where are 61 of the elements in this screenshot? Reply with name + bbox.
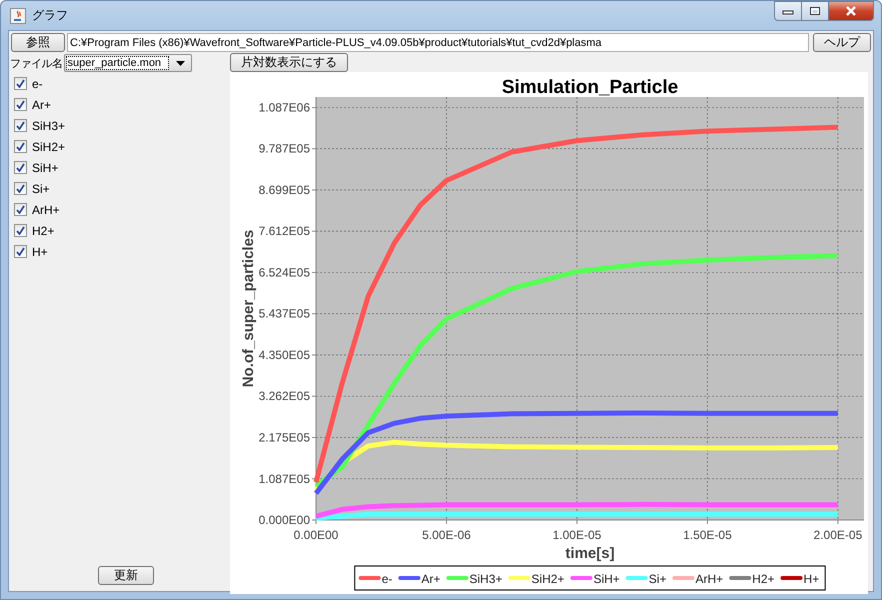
maximize-icon — [809, 6, 821, 16]
x-tick-label: 5.00E-06 — [422, 528, 471, 542]
help-button[interactable]: ヘルプ — [813, 33, 871, 52]
checkbox-label: SiH+ — [32, 160, 58, 174]
x-tick-label: 0.00E00 — [294, 528, 338, 542]
semilog-button[interactable]: 片対数表示にする — [230, 53, 348, 72]
y-tick-label: 8.699E05 — [258, 182, 310, 197]
checkbox-label: SiH2+ — [32, 140, 66, 154]
y-tick-label: 2.175E05 — [258, 430, 310, 444]
caret-icon — [176, 60, 184, 66]
minimize-button[interactable] — [774, 1, 802, 21]
checkbox[interactable] — [14, 161, 27, 174]
x-tick-label: 1.50E-05 — [683, 528, 732, 542]
y-tick-label: 6.524E05 — [258, 266, 310, 280]
y-tick-label: 5.437E05 — [258, 306, 310, 321]
x-tick-label: 1.00E-05 — [552, 528, 602, 542]
checkbox-label: H+ — [32, 244, 48, 258]
checkbox-label: ArH+ — [32, 202, 60, 216]
legend-label: SiH2+ — [531, 572, 564, 586]
checkbox[interactable] — [14, 98, 27, 111]
checkbox-label: Si+ — [32, 182, 50, 196]
checkbox[interactable] — [14, 203, 27, 216]
browse-button[interactable]: 参照 — [11, 33, 65, 52]
legend-label: H+ — [804, 572, 820, 586]
checkbox[interactable] — [14, 119, 27, 132]
checkbox[interactable] — [14, 224, 27, 237]
checkbox-label: Ar+ — [32, 98, 52, 112]
close-icon — [845, 6, 857, 16]
x-tick-label: 2.00E-05 — [814, 528, 862, 542]
checkbox-label: e- — [32, 76, 43, 90]
file-label: ファイル名 — [10, 56, 62, 70]
file-dropdown[interactable]: super_particle.mon — [64, 54, 192, 72]
y-tick-label: 4.350E05 — [258, 348, 310, 362]
maximize-button[interactable] — [802, 1, 829, 21]
y-tick-label: 7.612E05 — [258, 224, 310, 238]
y-tick-label: 3.262E05 — [258, 389, 310, 404]
legend-label: H2+ — [752, 572, 775, 586]
update-button[interactable]: 更新 — [98, 566, 154, 585]
legend-label: Si+ — [648, 572, 666, 586]
cup-icon — [10, 8, 26, 24]
checkbox[interactable] — [14, 77, 27, 90]
legend-label: ArH+ — [695, 572, 724, 586]
checkbox[interactable] — [14, 245, 27, 258]
checkbox-label: SiH3+ — [32, 118, 66, 132]
y-axis-label: No.of_super_particles — [240, 230, 257, 388]
close-button[interactable] — [829, 1, 874, 21]
y-tick-label: 1.087E05 — [258, 472, 310, 486]
legend-label: SiH+ — [593, 572, 620, 586]
path-field[interactable]: C:¥Program Files (x86)¥Wavefront_Software¥Particle-PLUS_v4.09.05b¥product¥tutorials¥tut_cvd2d¥plasma — [67, 33, 809, 52]
legend-label: Ar+ — [421, 572, 440, 586]
legend-label: SiH3+ — [469, 572, 502, 586]
chart-title: Simulation_Particle — [502, 77, 678, 98]
x-axis-label: time[s] — [565, 545, 615, 562]
window-title: グラフ — [32, 7, 69, 24]
y-tick-label: 9.787E05 — [258, 142, 310, 156]
checkbox-label: H2+ — [32, 224, 54, 238]
legend-label: e- — [382, 572, 392, 586]
y-tick-label: 0.000E00 — [258, 513, 310, 527]
checkbox[interactable] — [14, 182, 27, 195]
y-tick-label: 1.087E06 — [258, 100, 310, 115]
checkbox[interactable] — [14, 140, 27, 153]
